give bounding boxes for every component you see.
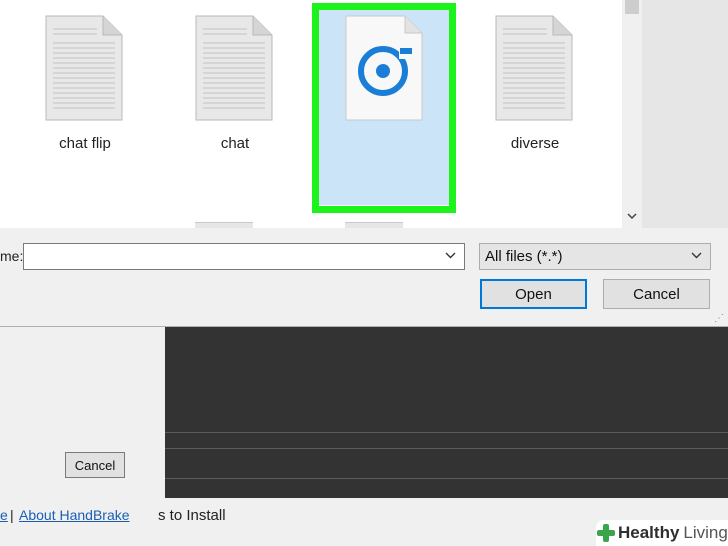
chevron-down-icon[interactable] <box>691 247 702 262</box>
vertical-scrollbar[interactable] <box>622 0 642 228</box>
file-name: chat flip <box>59 135 111 152</box>
text-document-icon <box>495 15 573 121</box>
partial-file-item[interactable] <box>345 222 403 228</box>
resize-grip-icon[interactable]: ⋰ <box>714 313 724 324</box>
dialog-margin <box>642 0 728 228</box>
open-button[interactable]: Open <box>480 279 587 309</box>
filename-input[interactable] <box>23 243 465 270</box>
cancel-button[interactable]: Cancel <box>603 279 710 309</box>
file-list: chat flip chat diverse <box>0 0 622 228</box>
plus-leaf-logo-icon <box>597 524 615 542</box>
scrollbar-thumb[interactable] <box>625 0 639 14</box>
install-text: s to Install <box>158 507 226 524</box>
scroll-down-icon[interactable] <box>622 206 642 226</box>
file-item-diverse[interactable]: diverse <box>470 5 600 210</box>
divider <box>165 448 728 449</box>
file-name: chat <box>220 135 250 152</box>
open-file-dialog: chat flip chat diverse me: All files (*.… <box>0 0 728 327</box>
file-item-chat-flip[interactable]: chat flip <box>20 5 150 210</box>
text-document-icon <box>45 15 123 121</box>
text-document-icon <box>195 15 273 121</box>
file-type-value: All files (*.*) <box>485 248 563 265</box>
help-link[interactable]: e <box>0 507 8 523</box>
chevron-down-icon[interactable] <box>445 247 456 262</box>
background-cancel-button[interactable]: Cancel <box>65 452 125 478</box>
file-name: diverse <box>510 135 560 152</box>
watermark: Healthy Living <box>596 520 728 546</box>
partial-file-item[interactable] <box>195 222 253 228</box>
divider <box>165 432 728 433</box>
about-handbrake-link[interactable]: About HandBrake <box>19 507 130 523</box>
file-item-chat[interactable]: chat <box>170 5 300 210</box>
file-type-select[interactable]: All files (*.*) <box>479 243 711 270</box>
filename-label: me: <box>0 248 24 264</box>
highlight-annotation <box>312 3 456 213</box>
watermark-word: Healthy <box>618 523 680 542</box>
watermark-word: Living <box>683 523 728 542</box>
divider <box>165 478 728 479</box>
link-separator: | <box>10 507 14 523</box>
